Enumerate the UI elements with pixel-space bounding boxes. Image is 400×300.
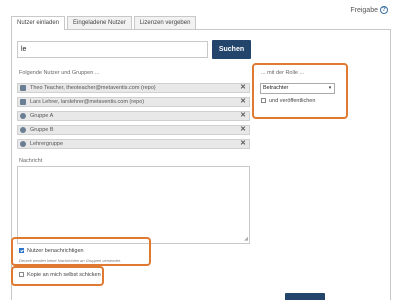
- tab-invited-users[interactable]: Eingeladene Nutzer: [67, 16, 132, 29]
- message-textarea[interactable]: ◢: [17, 166, 250, 244]
- remove-icon[interactable]: ✕: [240, 140, 246, 148]
- highlight-copy: [11, 266, 104, 286]
- share-label: Freigabe: [350, 6, 378, 14]
- selected-item-label: Gruppe B: [30, 127, 54, 133]
- person-icon: [20, 85, 26, 91]
- remove-icon[interactable]: ✕: [240, 112, 246, 120]
- person-icon: [20, 99, 26, 105]
- group-icon: [20, 141, 26, 147]
- selected-item: Lars Lehrer, larslehrer@metaventis.com (…: [17, 97, 250, 107]
- selected-heading: Folgende Nutzer und Gruppen ...: [19, 70, 100, 76]
- help-icon[interactable]: ?: [380, 6, 388, 14]
- group-icon: [20, 113, 26, 119]
- highlight-role: [252, 63, 348, 119]
- remove-icon[interactable]: ✕: [240, 98, 246, 106]
- selected-item-label: Lars Lehrer, larslehrer@metaventis.com (…: [30, 99, 145, 105]
- invite-submit-button[interactable]: [285, 293, 325, 300]
- group-icon: [20, 127, 26, 133]
- tab-assign-licenses[interactable]: Lizenzen vergeben: [133, 16, 197, 29]
- search-button[interactable]: Suchen: [212, 40, 251, 59]
- tab-invite-users[interactable]: Nutzer einladen: [11, 16, 66, 30]
- selected-item: Lehrergruppe ✕: [17, 139, 250, 149]
- message-label: Nachricht: [19, 158, 43, 164]
- selected-item: Gruppe A ✕: [17, 111, 250, 121]
- tab-bar: Nutzer einladen Eingeladene Nutzer Lizen…: [11, 16, 198, 30]
- selected-item: Theo Teacher, theoteacher@metaventis.com…: [17, 83, 250, 93]
- highlight-notify: [11, 237, 151, 266]
- selected-item-label: Gruppe A: [30, 113, 54, 119]
- remove-icon[interactable]: ✕: [240, 126, 246, 134]
- search-input[interactable]: le: [17, 41, 208, 58]
- resize-handle-icon[interactable]: ◢: [244, 237, 248, 242]
- selected-item-label: Lehrergruppe: [30, 141, 64, 147]
- remove-icon[interactable]: ✕: [240, 84, 246, 92]
- selected-item: Gruppe B ✕: [17, 125, 250, 135]
- share-header: Freigabe ?: [350, 6, 388, 14]
- selected-item-label: Theo Teacher, theoteacher@metaventis.com…: [30, 85, 156, 91]
